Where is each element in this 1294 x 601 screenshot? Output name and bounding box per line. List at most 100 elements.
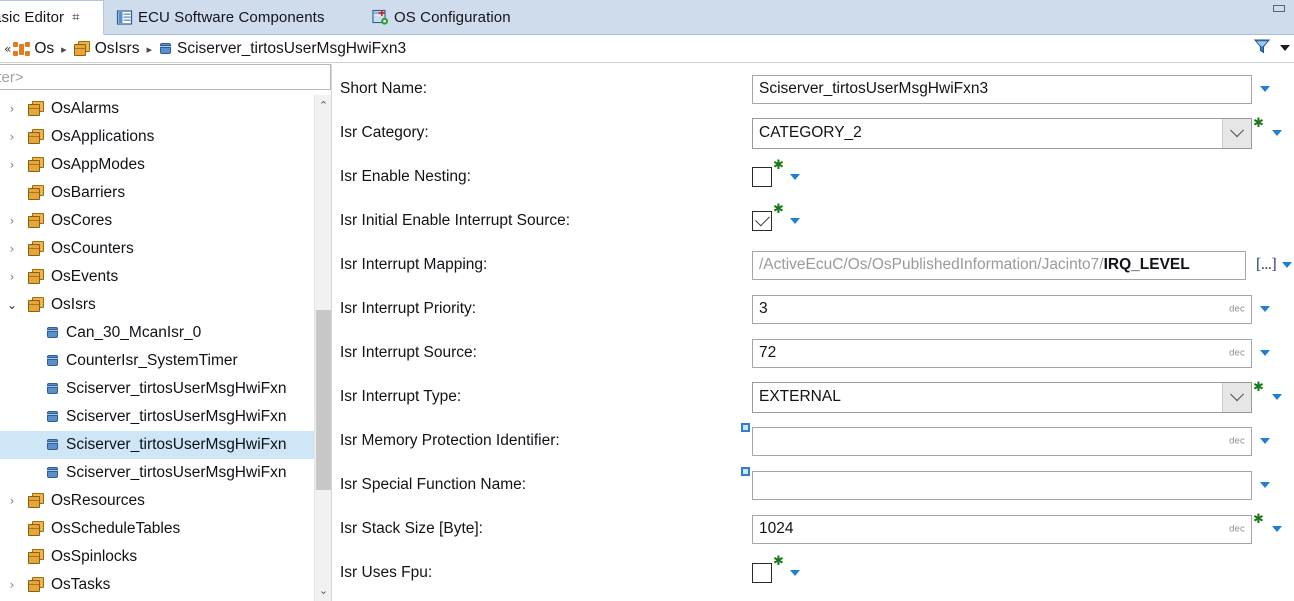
field-menu-caret-icon[interactable] [1260, 482, 1270, 488]
tree-item-osisrs[interactable]: ⌄ OsIsrs [0, 291, 331, 319]
field-menu-caret-icon[interactable] [1271, 394, 1282, 400]
override-marker-icon[interactable] [741, 422, 750, 432]
tree-twisty-icon[interactable]: › [4, 494, 20, 508]
tree-list[interactable]: › OsAlarms › OsApplications › OsAppModes OsBar… [0, 95, 331, 601]
scrollbar-thumb[interactable] [316, 310, 331, 490]
input-isr-special-function-name[interactable] [752, 470, 1252, 500]
tab-os-configuration-label: OS Configuration [394, 9, 511, 26]
field-control-isr-uses-fpu: ✱ [752, 551, 800, 595]
chevron-down-icon[interactable] [1222, 382, 1251, 412]
tree-twisty-icon[interactable]: › [4, 214, 20, 228]
package-icon [28, 157, 45, 173]
ecu-components-icon [116, 9, 133, 26]
breadcrumb-item-os[interactable]: Os [13, 35, 54, 63]
element-icon [46, 410, 60, 424]
tree-vertical-scrollbar[interactable]: ⌃ ⌄ [314, 95, 331, 601]
tree-twisty-icon[interactable]: › [4, 578, 20, 592]
override-marker-icon[interactable] [741, 466, 750, 476]
os-config-icon [372, 9, 389, 26]
tab-os-configuration[interactable]: OS Configuration [364, 0, 519, 35]
tree-item-oscores[interactable]: › OsCores [0, 207, 331, 235]
scroll-up-icon[interactable]: ⌃ [315, 97, 332, 114]
combo-value-isr-category: CATEGORY_2 [759, 124, 862, 141]
tree-item-can-30-mcanisr-0[interactable]: Can_30_McanIsr_0 [0, 319, 331, 347]
tree-item-oscounters[interactable]: › OsCounters [0, 235, 331, 263]
tab-basic-editor[interactable]: asic Editor ⌗ [0, 0, 104, 35]
browse-button[interactable]: [...] [1256, 256, 1277, 274]
breadcrumb-item-isr-label: Sciserver_tirtosUserMsgHwiFxn3 [177, 40, 407, 57]
breadcrumb-item-isr[interactable]: Sciserver_tirtosUserMsgHwiFxn3 [159, 35, 406, 63]
tree-twisty-icon[interactable]: ⌄ [4, 298, 20, 312]
tree-item-label: Sciserver_tirtosUserMsgHwiFxn [66, 436, 287, 453]
breadcrumb-item-osisrs[interactable]: OsIsrs [73, 35, 139, 63]
field-label-isr-initial-enable-interrupt-source: Isr Initial Enable Interrupt Source: [340, 212, 571, 229]
checkbox-isr-uses-fpu[interactable] [752, 563, 772, 583]
tree-twisty-icon[interactable]: › [4, 130, 20, 144]
input-isr-interrupt-priority[interactable]: 3 dec [752, 294, 1252, 324]
field-menu-caret-icon[interactable] [789, 570, 800, 576]
tree-filter-input[interactable]: lter> [0, 64, 331, 90]
field-menu-caret-icon[interactable] [1260, 306, 1270, 312]
checkbox-isr-initial-enable-interrupt-source[interactable] [752, 211, 772, 231]
radix-label: dec [1229, 435, 1245, 447]
scroll-down-icon[interactable]: ⌄ [315, 582, 332, 599]
chevron-down-icon[interactable] [1280, 45, 1290, 51]
tree-item-sciserver-tirtosusermsghwifxn[interactable]: Sciserver_tirtosUserMsgHwiFxn [0, 459, 331, 487]
breadcrumb-collapse-icon[interactable]: « [4, 42, 11, 56]
tree-item-osappmodes[interactable]: › OsAppModes [0, 151, 331, 179]
input-isr-interrupt-mapping[interactable]: /ActiveEcuC/Os/OsPublishedInformation/Ja… [752, 250, 1246, 280]
tree-twisty-icon[interactable]: › [4, 102, 20, 116]
package-icon [28, 577, 45, 593]
tree-item-osevents[interactable]: › OsEvents [0, 263, 331, 291]
check-icon [755, 211, 770, 227]
filter-funnel-icon[interactable] [1253, 37, 1271, 59]
tree-item-osscheduletables[interactable]: OsScheduleTables [0, 515, 331, 543]
tree-item-counterisr-systemtimer[interactable]: CounterIsr_SystemTimer [0, 347, 331, 375]
field-control-isr-category: CATEGORY_2 ✱ [752, 111, 1282, 155]
field-menu-caret-icon[interactable] [1271, 526, 1282, 532]
field-menu-caret-icon[interactable] [1271, 130, 1282, 136]
package-icon [28, 493, 45, 509]
tree-item-sciserver-tirtosusermsghwifxn[interactable]: Sciserver_tirtosUserMsgHwiFxn [0, 375, 331, 403]
tab-ecu-software-components[interactable]: ECU Software Components [108, 0, 333, 35]
form-row-isr-interrupt-priority: Isr Interrupt Priority: 3 dec [332, 287, 1294, 331]
chevron-down-icon[interactable] [1222, 118, 1251, 148]
form-row-isr-interrupt-mapping: Isr Interrupt Mapping: /ActiveEcuC/Os/OsP… [332, 243, 1294, 287]
tree-item-sciserver-tirtosusermsghwifxn[interactable]: Sciserver_tirtosUserMsgHwiFxn [0, 403, 331, 431]
field-label-isr-interrupt-type: Isr Interrupt Type: [340, 388, 462, 405]
field-menu-caret-icon[interactable] [1260, 438, 1270, 444]
combo-value-isr-interrupt-type: EXTERNAL [759, 388, 841, 405]
input-isr-stack-size-byte[interactable]: 1024 dec [752, 514, 1252, 544]
close-icon[interactable]: ⌗ [72, 11, 79, 24]
input-short-name[interactable]: Sciserver_tirtosUserMsgHwiFxn3 [752, 74, 1252, 104]
input-value-isr-interrupt-priority: 3 [759, 300, 768, 317]
input-isr-interrupt-source[interactable]: 72 dec [752, 338, 1252, 368]
tree-item-sciserver-tirtosusermsghwifxn[interactable]: Sciserver_tirtosUserMsgHwiFxn [0, 431, 331, 459]
combo-isr-interrupt-type[interactable]: EXTERNAL [752, 381, 1252, 413]
minimize-button[interactable] [1272, 4, 1288, 16]
tree-item-osbarriers[interactable]: OsBarriers [0, 179, 331, 207]
input-isr-memory-protection-identifier[interactable]: dec [752, 426, 1252, 456]
tree-item-osapplications[interactable]: › OsApplications [0, 123, 331, 151]
field-menu-caret-icon[interactable] [1260, 86, 1270, 92]
tree-twisty-icon[interactable]: › [4, 158, 20, 172]
field-menu-caret-icon[interactable] [789, 218, 800, 224]
form-row-isr-uses-fpu: Isr Uses Fpu: ✱ [332, 551, 1294, 595]
reference-path-target: IRQ_LEVEL [1103, 256, 1190, 273]
tree-item-osresources[interactable]: › OsResources [0, 487, 331, 515]
tree-item-label: OsCores [51, 212, 113, 229]
required-asterisk: ✱ [773, 202, 784, 217]
checkbox-isr-enable-nesting[interactable] [752, 167, 772, 187]
tree-twisty-icon[interactable]: › [4, 242, 20, 256]
tree-twisty-icon[interactable]: › [4, 270, 20, 284]
field-menu-caret-icon[interactable] [789, 174, 800, 180]
tree-item-label: OsBarriers [51, 184, 126, 201]
tree-item-osalarms[interactable]: › OsAlarms [0, 95, 331, 123]
field-menu-caret-icon[interactable] [1282, 262, 1293, 268]
tree-item-osspinlocks[interactable]: OsSpinlocks [0, 543, 331, 571]
tree-item-label: OsTasks [51, 576, 111, 593]
tree-item-ostasks[interactable]: › OsTasks [0, 571, 331, 599]
field-menu-caret-icon[interactable] [1260, 350, 1270, 356]
field-control-isr-interrupt-type: EXTERNAL ✱ [752, 375, 1282, 419]
combo-isr-category[interactable]: CATEGORY_2 [752, 117, 1252, 149]
